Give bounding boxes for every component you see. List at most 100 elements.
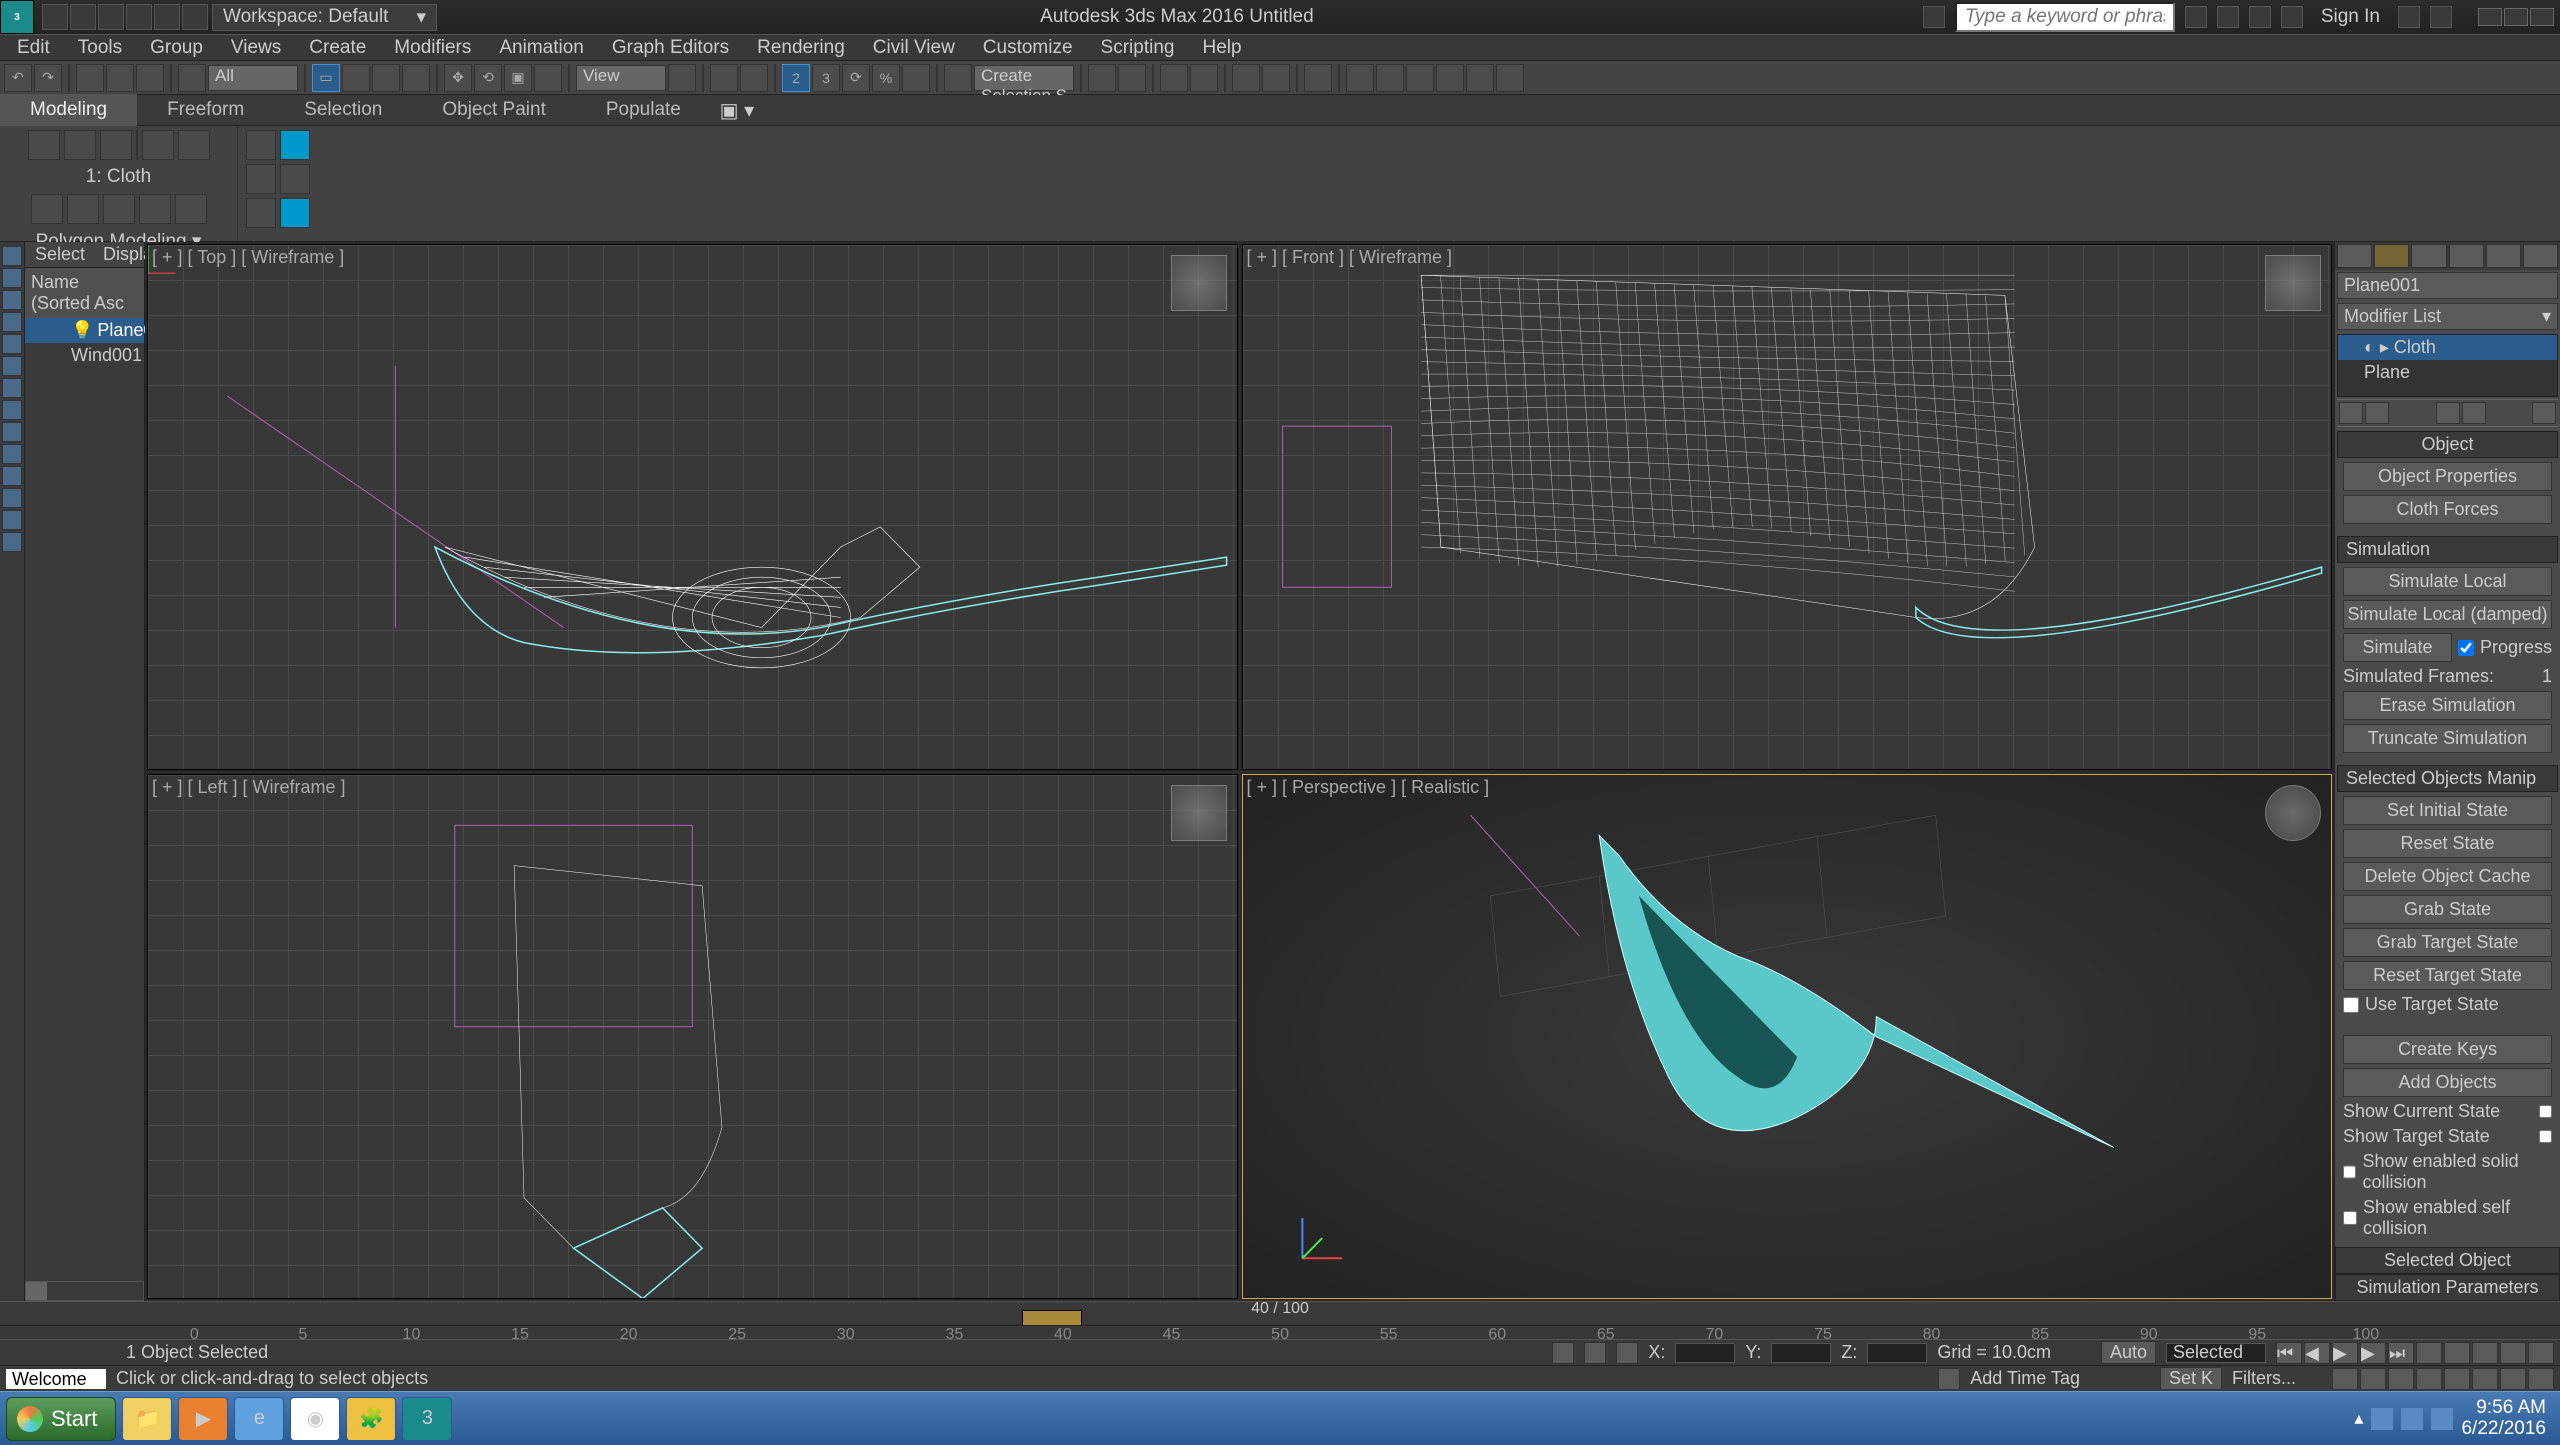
vnav-zoomall[interactable]: [2360, 1368, 2386, 1390]
btn-sim-local-damped[interactable]: Simulate Local (damped): [2343, 600, 2552, 629]
app-logo[interactable]: 3: [0, 0, 34, 34]
rr-1[interactable]: [246, 130, 276, 160]
menu-edit[interactable]: Edit: [4, 37, 63, 59]
st-6[interactable]: [2, 356, 22, 376]
config-icon[interactable]: [2532, 402, 2556, 424]
rollout-sim[interactable]: Simulation: [2337, 536, 2558, 563]
open-icon[interactable]: [70, 4, 96, 30]
vp-left-label[interactable]: [ + ] [ Left ] [ Wireframe ]: [152, 777, 346, 798]
named-sel-combo[interactable]: Create Selection S: [974, 65, 1074, 91]
render-frame[interactable]: [1376, 64, 1404, 92]
btn-create-keys[interactable]: Create Keys: [2343, 1035, 2552, 1064]
task-explorer-icon[interactable]: 📁: [122, 1397, 172, 1441]
btn-add-obj[interactable]: Add Objects: [2343, 1068, 2552, 1097]
rr-4[interactable]: [280, 164, 310, 194]
rr-3[interactable]: [246, 164, 276, 194]
move-tool[interactable]: ✥: [444, 64, 472, 92]
nav-4[interactable]: [2528, 1342, 2554, 1364]
unlink-btn[interactable]: [106, 64, 134, 92]
viewcube-persp[interactable]: [2265, 785, 2321, 841]
tab-create-icon[interactable]: [2337, 244, 2372, 268]
subobj-border[interactable]: [103, 194, 135, 224]
viewport-left[interactable]: [ + ] [ Left ] [ Wireframe ]: [147, 774, 1238, 1300]
btn-object-props[interactable]: Object Properties: [2343, 462, 2552, 491]
subobj-poly[interactable]: [139, 194, 171, 224]
st-4[interactable]: [2, 312, 22, 332]
filter-combo[interactable]: All: [208, 65, 298, 91]
subobj-elem[interactable]: [175, 194, 207, 224]
vnav-zoom[interactable]: [2332, 1368, 2358, 1390]
vnav-orbit[interactable]: [2472, 1368, 2498, 1390]
schematic-btn[interactable]: [1262, 64, 1290, 92]
tray-vol-icon[interactable]: [2431, 1408, 2453, 1430]
btn-grab-target[interactable]: Grab Target State: [2343, 928, 2552, 957]
tray-chevron-icon[interactable]: ▴: [2354, 1408, 2363, 1429]
goto-start-icon[interactable]: ⏮: [2276, 1342, 2302, 1364]
task-ie-icon[interactable]: e: [234, 1397, 284, 1441]
viewport-front[interactable]: [ + ] [ Front ] [ Wireframe ]: [1242, 244, 2333, 770]
search-opts-icon[interactable]: [2185, 6, 2207, 28]
st-12[interactable]: [2, 488, 22, 508]
tab-objpaint[interactable]: Object Paint: [412, 94, 576, 126]
nav-3[interactable]: [2500, 1342, 2526, 1364]
btn-set-init[interactable]: Set Initial State: [2343, 796, 2552, 825]
tab-selection[interactable]: Selection: [274, 94, 412, 126]
align-btn[interactable]: [1118, 64, 1146, 92]
scene-item-plane[interactable]: 💡 Plane001: [25, 318, 144, 343]
subobj-vert[interactable]: [31, 194, 63, 224]
btn-erase-sim[interactable]: Erase Simulation: [2343, 691, 2552, 720]
poly-ic-4[interactable]: [142, 130, 174, 160]
mod-plane[interactable]: Plane: [2338, 360, 2557, 385]
menu-graph[interactable]: Graph Editors: [599, 37, 742, 59]
next-frame-icon[interactable]: ▶: [2360, 1342, 2386, 1364]
vp-front-label[interactable]: [ + ] [ Front ] [ Wireframe ]: [1247, 247, 1453, 268]
viewport-perspective[interactable]: [ + ] [ Perspective ] [ Realistic ]: [1242, 774, 2333, 1300]
undo-btn[interactable]: ↶: [4, 64, 32, 92]
st-11[interactable]: [2, 466, 22, 486]
scene-item-wind[interactable]: Wind001: [25, 343, 144, 368]
st-1[interactable]: [2, 246, 22, 266]
fld-x[interactable]: [1675, 1343, 1735, 1363]
play-icon[interactable]: ▶: [2332, 1342, 2358, 1364]
rect-region[interactable]: [372, 64, 400, 92]
redo-btn[interactable]: ↷: [34, 64, 62, 92]
link-btn[interactable]: [76, 64, 104, 92]
render-setup[interactable]: [1346, 64, 1374, 92]
rr-5[interactable]: [246, 198, 276, 228]
menu-animation[interactable]: Animation: [486, 37, 597, 59]
tab-freeform[interactable]: Freeform: [137, 94, 274, 126]
prev-frame-icon[interactable]: ◀: [2304, 1342, 2330, 1364]
st-10[interactable]: [2, 444, 22, 464]
scene-select-menu[interactable]: Select: [35, 244, 85, 265]
rr-2[interactable]: [280, 130, 310, 160]
search-input[interactable]: [1955, 2, 2175, 32]
nav-2[interactable]: [2472, 1342, 2498, 1364]
btn-setkey[interactable]: Set K: [2160, 1367, 2222, 1390]
user-icon[interactable]: [2281, 6, 2303, 28]
menu-customize[interactable]: Customize: [970, 37, 1086, 59]
angle-snap[interactable]: ⟳: [842, 64, 870, 92]
vnav-8[interactable]: [2528, 1368, 2554, 1390]
btn-truncate-sim[interactable]: Truncate Simulation: [2343, 724, 2552, 753]
exchange-icon[interactable]: [2398, 6, 2420, 28]
keyfilters[interactable]: Filters...: [2232, 1368, 2322, 1389]
render-online[interactable]: [1496, 64, 1524, 92]
link-icon[interactable]: [182, 4, 208, 30]
st-14[interactable]: [2, 532, 22, 552]
tab-hierarchy-icon[interactable]: [2411, 244, 2446, 268]
named-sel[interactable]: [944, 64, 972, 92]
rollout-som[interactable]: Selected Objects Manip: [2337, 765, 2558, 792]
poly-ic-5[interactable]: [178, 130, 210, 160]
btn-simulate[interactable]: Simulate: [2343, 633, 2452, 662]
st-8[interactable]: [2, 400, 22, 420]
subobj-edge[interactable]: [67, 194, 99, 224]
mod-cloth[interactable]: ◐ ▸ Cloth: [2338, 335, 2557, 360]
scale-tool[interactable]: ▣: [504, 64, 532, 92]
fld-z[interactable]: [1867, 1343, 1927, 1363]
task-media-icon[interactable]: ▶: [178, 1397, 228, 1441]
st-7[interactable]: [2, 378, 22, 398]
curve-editor[interactable]: [1232, 64, 1260, 92]
st-13[interactable]: [2, 510, 22, 530]
redo-icon[interactable]: [154, 4, 180, 30]
add-timetag[interactable]: Add Time Tag: [1970, 1368, 2080, 1389]
